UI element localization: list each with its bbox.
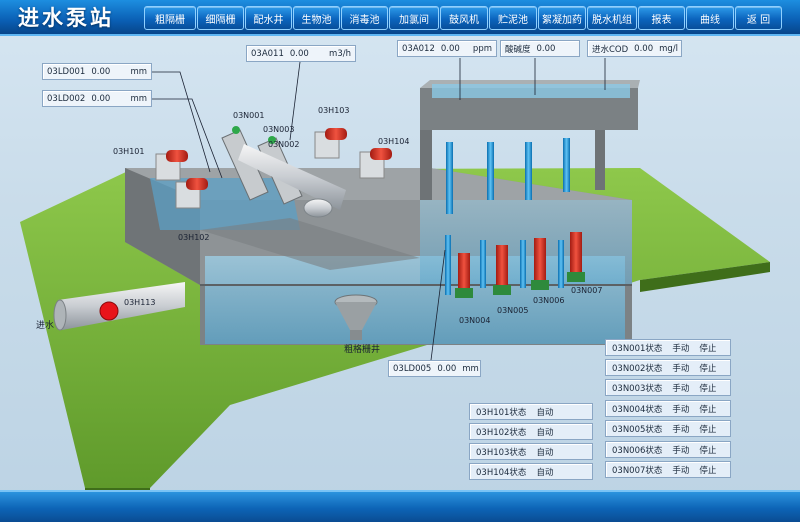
nav-sludge-tank-button[interactable]: 贮泥池 [489,6,537,30]
readout-03ld002: 03LD002 0.00 mm [42,90,152,107]
readout-value: 0.00 [91,93,111,104]
status-tag: 03N002状态 [612,363,663,374]
status-03n006: 03N006状态 手动 停止 [605,441,731,458]
status-03n002: 03N002状态 手动 停止 [605,359,731,376]
readout-tag: 03A011 [251,48,284,59]
status-mode: 自动 [536,427,554,438]
readout-unit: ppm [472,43,492,54]
label-03h102: 03H102 [178,233,210,242]
status-mode: 手动 [672,465,690,476]
status-mode: 手动 [672,404,690,415]
readout-03a012: 03A012 0.00 ppm [397,40,497,57]
status-tag: 03N005状态 [612,424,663,435]
readout-tag: 03LD002 [47,93,86,104]
bottom-bar [0,490,800,522]
nav-chlorination-room-button[interactable]: 加氯间 [389,6,439,30]
readout-03ld001: 03LD001 0.00 mm [42,63,152,80]
status-mode: 自动 [536,407,554,418]
label-03n004: 03N004 [459,316,491,325]
status-03h104: 03H104状态 自动 [469,463,593,480]
label-03n001: 03N001 [233,111,265,120]
nav-disinfection-tank-button[interactable]: 消毒池 [341,6,388,30]
status-tag: 03N007状态 [612,465,663,476]
label-03h101: 03H101 [113,147,145,156]
status-tag: 03H104状态 [476,467,527,478]
nav-trend-button[interactable]: 曲线 [686,6,734,30]
page-title: 进水泵站 [18,5,114,30]
status-03n005: 03N005状态 手动 停止 [605,420,731,437]
nav-dewatering-unit-button[interactable]: 脱水机组 [587,6,637,30]
readout-unit: mm [130,93,147,104]
readout-value: 0.00 [91,66,111,77]
label-03h103: 03H103 [318,106,350,115]
label-03n002: 03N002 [268,140,300,149]
readout-unit: mm [462,363,479,374]
status-state: 停止 [699,343,717,354]
status-tag: 03H103状态 [476,447,527,458]
status-03h102: 03H102状态 自动 [469,423,593,440]
status-mode: 自动 [536,467,554,478]
status-state: 停止 [699,424,717,435]
status-03h101: 03H101状态 自动 [469,403,593,420]
nav-back-button[interactable]: 返 回 [735,6,782,30]
tank-structure [125,168,632,345]
status-tag: 03N006状态 [612,445,663,456]
status-state: 停止 [699,465,717,476]
readout-value: 0.00 [634,43,654,54]
nav-distribution-well-button[interactable]: 配水井 [245,6,292,30]
status-mode: 手动 [672,363,690,374]
status-03n003: 03N003状态 手动 停止 [605,379,731,396]
readout-tag: 酸碱度 [505,44,531,55]
nav-flocculant-dosing-button[interactable]: 絮凝加药 [538,6,586,30]
readout-tag: 03LD005 [393,363,432,374]
readout-ph: 酸碱度 0.00 [500,40,580,57]
label-inlet: 进水 [36,321,55,331]
status-03h103: 03H103状态 自动 [469,443,593,460]
nav-bio-tank-button[interactable]: 生物池 [293,6,340,30]
readout-tag: 03A012 [402,43,435,54]
status-mode: 手动 [672,343,690,354]
label-03n006: 03N006 [533,296,565,305]
status-tag: 03H102状态 [476,427,527,438]
readout-unit: mg/l [659,43,679,54]
readout-value: 0.00 [440,43,460,54]
status-03n001: 03N001状态 手动 停止 [605,339,731,356]
status-tag: 03H101状态 [476,407,527,418]
status-03n004: 03N004状态 手动 停止 [605,400,731,417]
readout-value: 0.00 [437,363,457,374]
nav-blower-button[interactable]: 鼓风机 [440,6,488,30]
status-state: 停止 [699,363,717,374]
status-state: 停止 [699,445,717,456]
readout-value: 0.00 [536,43,556,54]
status-03n007: 03N007状态 手动 停止 [605,461,731,478]
readout-tag: 进水COD [592,44,629,55]
label-03n005: 03N005 [497,306,529,315]
nav-report-button[interactable]: 报表 [638,6,685,30]
status-state: 停止 [699,383,717,394]
status-tag: 03N001状态 [612,343,663,354]
status-mode: 手动 [672,424,690,435]
label-03n007: 03N007 [571,286,603,295]
status-state: 停止 [699,404,717,415]
readout-03ld005: 03LD005 0.00 mm [388,360,481,377]
status-mode: 自动 [536,447,554,458]
readout-value: 0.00 [289,48,309,59]
nav-coarse-screen-button[interactable]: 粗隔栅 [144,6,196,30]
status-tag: 03N003状态 [612,383,663,394]
status-mode: 手动 [672,383,690,394]
readout-influent-cod: 进水COD 0.00 mg/l [587,40,682,57]
label-03h113: 03H113 [124,298,156,307]
status-tag: 03N004状态 [612,404,663,415]
label-03n003: 03N003 [263,125,295,134]
nav-fine-screen-button[interactable]: 细隔栅 [197,6,244,30]
readout-unit: m3/h [329,48,351,59]
label-coarse-screen-well: 粗格栅井 [344,345,381,355]
label-03h104: 03H104 [378,137,410,146]
readout-03a011: 03A011 0.00 m3/h [246,45,356,62]
status-mode: 手动 [672,445,690,456]
readout-unit: mm [130,66,147,77]
readout-tag: 03LD001 [47,66,86,77]
